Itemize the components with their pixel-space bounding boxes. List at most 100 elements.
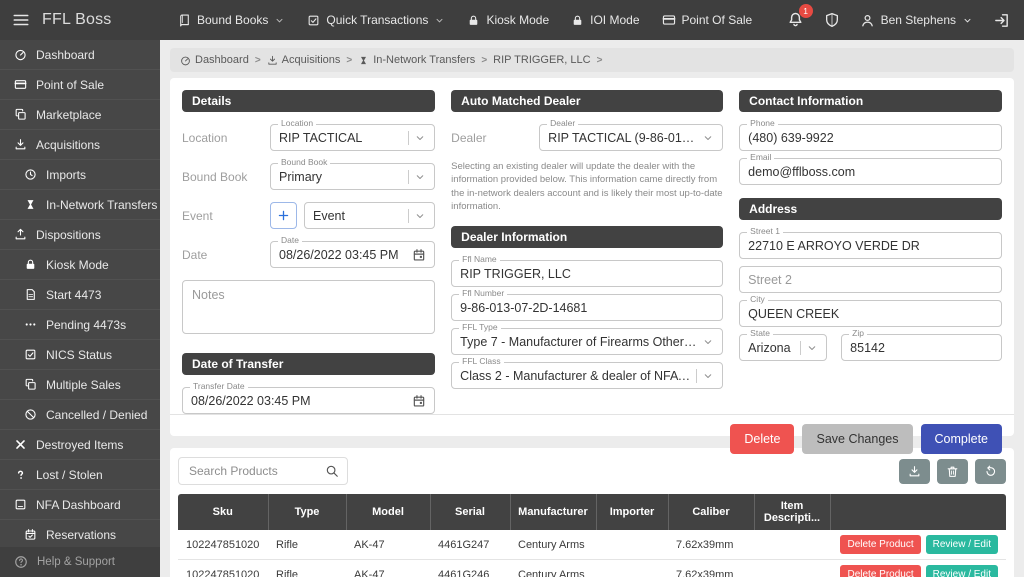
sidebar-help-support[interactable]: Help & Support bbox=[0, 547, 160, 577]
sidebar-item-nfa-dashboard[interactable]: NFA Dashboard bbox=[0, 490, 160, 520]
complete-button[interactable]: Complete bbox=[921, 424, 1003, 454]
shield-icon[interactable] bbox=[824, 12, 840, 28]
logout-icon[interactable] bbox=[993, 12, 1010, 29]
phone-input[interactable]: Phone (480) 639-9922 bbox=[739, 124, 1002, 151]
street2-input[interactable]: Street 2 bbox=[739, 266, 1002, 293]
save-changes-button[interactable]: Save Changes bbox=[802, 424, 912, 454]
chevron-down-icon bbox=[274, 15, 285, 26]
sidebar-item-lost-stolen[interactable]: Lost / Stolen bbox=[0, 460, 160, 490]
ffl-name-input[interactable]: Ffl Name RIP TRIGGER, LLC bbox=[451, 260, 723, 287]
top-navbar: FFL Boss Bound Books Quick Transactions … bbox=[0, 0, 1024, 40]
breadcrumb-rip-trigger[interactable]: RIP TRIGGER, LLC bbox=[493, 54, 590, 66]
breadcrumb-separator: > bbox=[255, 55, 261, 66]
sidebar-item-reservations[interactable]: Reservations bbox=[0, 520, 160, 547]
ffl-number-input[interactable]: Ffl Number 9-86-013-07-2D-14681 bbox=[451, 294, 723, 321]
event-select[interactable]: Event bbox=[304, 202, 435, 229]
search-icon bbox=[325, 464, 339, 478]
export-products-button[interactable] bbox=[899, 459, 930, 484]
nav-item-kiosk-mode[interactable]: Kiosk Mode bbox=[467, 13, 549, 27]
credit-card-icon bbox=[662, 13, 676, 27]
breadcrumb-dashboard[interactable]: Dashboard bbox=[180, 54, 249, 66]
square-icon bbox=[14, 498, 27, 511]
sidebar: Dashboard Point of Sale Marketplace Acqu… bbox=[0, 40, 160, 577]
breadcrumb-in-network-transfers[interactable]: In-Network Transfers bbox=[358, 54, 475, 66]
hamburger-menu-icon[interactable] bbox=[12, 11, 30, 29]
sidebar-item-pending-4473s[interactable]: Pending 4473s bbox=[0, 310, 160, 340]
sidebar-item-start-4473[interactable]: Start 4473 bbox=[0, 280, 160, 310]
location-select[interactable]: Location RIP TACTICAL bbox=[270, 124, 435, 151]
nav-item-bound-books[interactable]: Bound Books bbox=[178, 13, 285, 27]
add-event-button[interactable] bbox=[270, 202, 297, 229]
copy-icon bbox=[14, 108, 27, 121]
products-table: Sku Type Model Serial Manufacturer Impor… bbox=[178, 494, 1006, 577]
review-edit-button[interactable]: Review / Edit bbox=[926, 535, 998, 554]
lock-icon bbox=[571, 14, 584, 27]
col-model: Model bbox=[346, 494, 430, 530]
breadcrumb: Dashboard > Acquisitions > In-Network Tr… bbox=[170, 48, 1014, 72]
upload-icon bbox=[14, 228, 27, 241]
sidebar-item-kiosk-mode[interactable]: Kiosk Mode bbox=[0, 250, 160, 280]
breadcrumb-acquisitions[interactable]: Acquisitions bbox=[267, 54, 341, 66]
sidebar-item-marketplace[interactable]: Marketplace bbox=[0, 100, 160, 130]
notes-textarea[interactable] bbox=[182, 280, 435, 334]
dealer-select[interactable]: Dealer RIP TACTICAL (9-86-013-07-2D-146.… bbox=[539, 124, 723, 151]
credit-card-icon bbox=[14, 78, 27, 91]
col-type: Type bbox=[268, 494, 346, 530]
checkbox-icon bbox=[307, 14, 320, 27]
sidebar-item-nics-status[interactable]: NICS Status bbox=[0, 340, 160, 370]
contact-information-panel-header: Contact Information bbox=[739, 90, 1002, 112]
review-edit-button[interactable]: Review / Edit bbox=[926, 565, 998, 577]
ffl-type-select[interactable]: FFL Type Type 7 - Manufacturer of Firear… bbox=[451, 328, 723, 355]
clock-icon bbox=[24, 168, 37, 181]
date-row-label: Date bbox=[182, 248, 270, 262]
nav-item-ioi-mode[interactable]: IOI Mode bbox=[571, 13, 639, 27]
x-icon bbox=[14, 438, 27, 451]
dealer-row-label: Dealer bbox=[451, 131, 539, 145]
search-products-input[interactable] bbox=[178, 457, 348, 485]
sidebar-item-cancelled-denied[interactable]: Cancelled / Denied bbox=[0, 400, 160, 430]
col-caliber: Caliber bbox=[668, 494, 754, 530]
breadcrumb-separator: > bbox=[597, 55, 603, 66]
bound-book-row-label: Bound Book bbox=[182, 170, 270, 184]
sidebar-item-multiple-sales[interactable]: Multiple Sales bbox=[0, 370, 160, 400]
details-panel-header: Details bbox=[182, 90, 435, 112]
ffl-class-select[interactable]: FFL Class Class 2 - Manufacturer & deale… bbox=[451, 362, 723, 389]
sidebar-item-in-network-transfers[interactable]: In-Network Transfers bbox=[0, 190, 160, 220]
bound-book-select[interactable]: Bound Book Primary bbox=[270, 163, 435, 190]
sidebar-item-dashboard[interactable]: Dashboard bbox=[0, 40, 160, 70]
delete-product-button[interactable]: Delete Product bbox=[840, 565, 920, 577]
sidebar-item-dispositions[interactable]: Dispositions bbox=[0, 220, 160, 250]
copy-icon bbox=[24, 378, 37, 391]
lock-icon bbox=[24, 258, 37, 271]
user-name: Ben Stephens bbox=[881, 13, 956, 27]
main-content: Dashboard > Acquisitions > In-Network Tr… bbox=[160, 40, 1024, 577]
calendar-icon[interactable] bbox=[412, 394, 426, 408]
user-menu[interactable]: Ben Stephens bbox=[860, 13, 973, 28]
nav-item-quick-transactions[interactable]: Quick Transactions bbox=[307, 13, 445, 27]
delete-button[interactable]: Delete bbox=[730, 424, 794, 454]
table-row: 102247851020 Rifle AK-47 4461G247 Centur… bbox=[178, 530, 1006, 560]
sidebar-item-point-of-sale[interactable]: Point of Sale bbox=[0, 70, 160, 100]
street1-input[interactable]: Street 1 22710 E ARROYO VERDE DR bbox=[739, 232, 1002, 259]
sidebar-item-imports[interactable]: Imports bbox=[0, 160, 160, 190]
email-input[interactable]: Email demo@fflboss.com bbox=[739, 158, 1002, 185]
date-input[interactable]: Date 08/26/2022 03:45 PM bbox=[270, 241, 435, 268]
notifications-button[interactable]: 1 bbox=[787, 11, 804, 29]
zip-input[interactable]: Zip 85142 bbox=[841, 334, 1002, 361]
auto-matched-dealer-panel-header: Auto Matched Dealer bbox=[451, 90, 723, 112]
trash-icon bbox=[946, 465, 959, 478]
sidebar-item-destroyed-items[interactable]: Destroyed Items bbox=[0, 430, 160, 460]
refresh-products-button[interactable] bbox=[975, 459, 1006, 484]
delete-product-button[interactable]: Delete Product bbox=[840, 535, 920, 554]
chevron-down-icon bbox=[414, 132, 426, 144]
chevron-down-icon bbox=[434, 15, 445, 26]
city-input[interactable]: City QUEEN CREEK bbox=[739, 300, 1002, 327]
sidebar-item-acquisitions[interactable]: Acquisitions bbox=[0, 130, 160, 160]
calendar-icon[interactable] bbox=[412, 248, 426, 262]
transfer-date-input[interactable]: Transfer Date 08/26/2022 03:45 PM bbox=[182, 387, 435, 414]
state-select[interactable]: State Arizona bbox=[739, 334, 827, 361]
products-table-header: Sku Type Model Serial Manufacturer Impor… bbox=[178, 494, 1006, 530]
nav-item-point-of-sale[interactable]: Point Of Sale bbox=[662, 13, 753, 27]
delete-products-button[interactable] bbox=[937, 459, 968, 484]
app-brand: FFL Boss bbox=[42, 11, 111, 29]
